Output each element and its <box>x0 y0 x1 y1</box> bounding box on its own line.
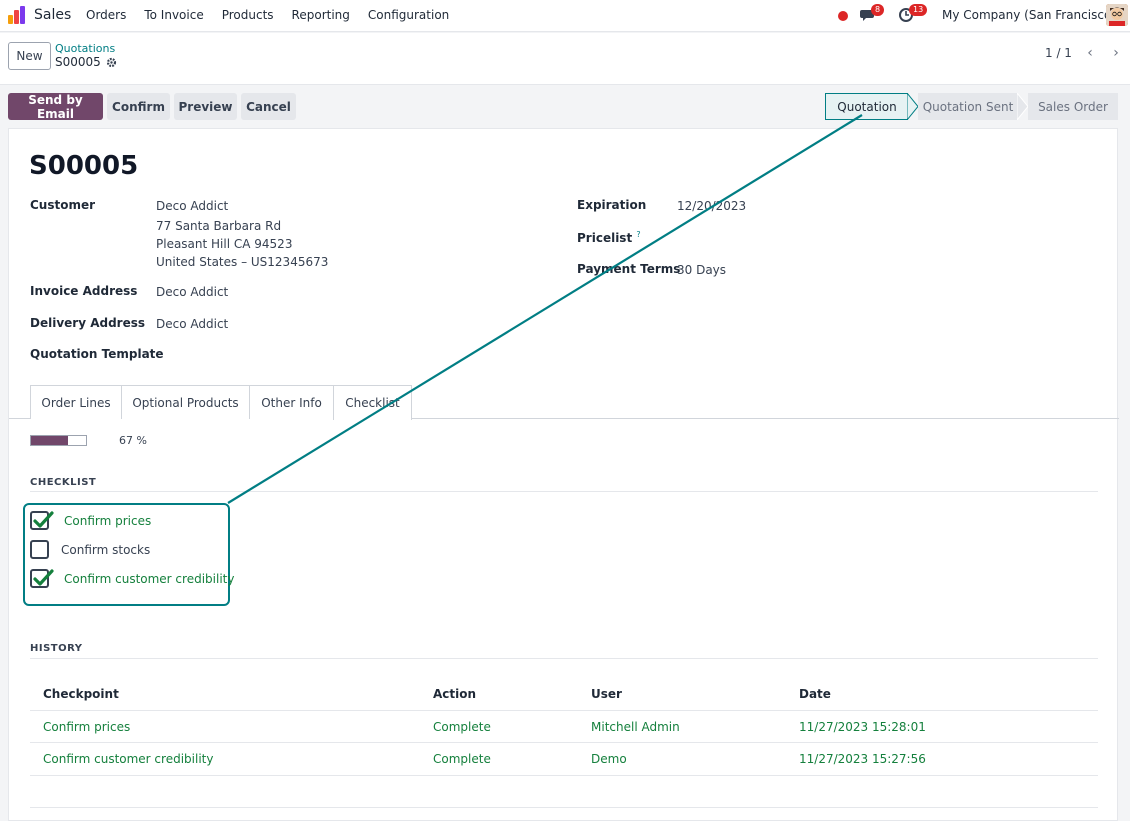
app-name[interactable]: Sales <box>34 7 71 23</box>
menu-reporting[interactable]: Reporting <box>292 8 350 22</box>
checklist-item[interactable]: Confirm customer credibility <box>30 569 234 588</box>
history-user[interactable]: Demo <box>591 752 627 766</box>
customer-address-line: United States – US12345673 <box>156 255 329 269</box>
company-switcher[interactable]: My Company (San Francisco) <box>942 8 1116 22</box>
help-tooltip-icon[interactable]: ? <box>636 230 640 239</box>
divider <box>30 807 1098 808</box>
history-action[interactable]: Complete <box>433 752 491 766</box>
preview-button[interactable]: Preview <box>174 93 237 120</box>
tab-other-info[interactable]: Other Info <box>249 385 334 419</box>
history-action[interactable]: Complete <box>433 720 491 734</box>
invoice-address-field[interactable]: Deco Addict <box>156 285 228 299</box>
history-checkpoint[interactable]: Confirm prices <box>43 720 130 734</box>
sales-app-icon[interactable] <box>8 6 28 24</box>
tab-optional-products[interactable]: Optional Products <box>121 385 250 419</box>
pricelist-label: Pricelist ? <box>577 230 641 245</box>
divider <box>30 710 1098 711</box>
pager-value[interactable]: 1 / 1 <box>1045 46 1072 60</box>
checkbox-unchecked[interactable] <box>30 540 49 559</box>
customer-label: Customer <box>30 198 96 212</box>
notebook-tabs: Order Lines Optional Products Other Info… <box>9 385 1119 420</box>
breadcrumb-current: S00005 <box>55 55 117 69</box>
progress-fill <box>31 436 68 445</box>
invoice-address-label: Invoice Address <box>30 284 138 298</box>
new-button[interactable]: New <box>8 42 51 70</box>
history-date[interactable]: 11/27/2023 15:28:01 <box>799 720 926 734</box>
stage-quotation[interactable]: Quotation <box>825 93 908 120</box>
checklist-section-title: CHECKLIST <box>30 477 97 488</box>
pager-next-button[interactable]: › <box>1106 43 1126 63</box>
menu-configuration[interactable]: Configuration <box>368 8 449 22</box>
gear-icon[interactable] <box>106 57 117 68</box>
checklist-progress-bar <box>30 435 87 446</box>
confirm-button[interactable]: Confirm <box>107 93 170 120</box>
checklist-item[interactable]: Confirm stocks <box>30 540 150 559</box>
user-avatar[interactable] <box>1106 4 1128 26</box>
stage-quotation-sent[interactable]: Quotation Sent <box>918 93 1018 120</box>
check-icon <box>33 569 54 586</box>
delivery-address-field[interactable]: Deco Addict <box>156 317 228 331</box>
checklist-item[interactable]: Confirm prices <box>30 511 151 530</box>
stage-sales-order[interactable]: Sales Order <box>1028 93 1118 120</box>
column-header-date[interactable]: Date <box>799 687 831 701</box>
payment-terms-label: Payment Terms <box>577 262 681 276</box>
customer-field[interactable]: Deco Addict <box>156 199 228 213</box>
top-navbar: Sales Orders To Invoice Products Reporti… <box>0 0 1130 32</box>
divider <box>30 491 1098 492</box>
history-checkpoint[interactable]: Confirm customer credibility <box>43 752 213 766</box>
history-user[interactable]: Mitchell Admin <box>591 720 680 734</box>
menu-to-invoice[interactable]: To Invoice <box>144 8 203 22</box>
menu-products[interactable]: Products <box>222 8 274 22</box>
column-header-action[interactable]: Action <box>433 687 476 701</box>
expiration-label: Expiration <box>577 198 647 212</box>
checklist-item-label: Confirm customer credibility <box>64 571 235 586</box>
messages-badge: 8 <box>871 4 885 16</box>
menu-orders[interactable]: Orders <box>86 8 126 22</box>
delivery-address-label: Delivery Address <box>30 316 146 330</box>
activities-button[interactable]: 13 <box>898 4 928 27</box>
customer-address-line: Pleasant Hill CA 94523 <box>156 237 293 251</box>
expiration-field[interactable]: 12/20/2023 <box>677 199 746 213</box>
control-panel: New Quotations S00005 1 / 1 ‹ › <box>0 33 1130 85</box>
divider <box>30 775 1098 776</box>
column-header-checkpoint[interactable]: Checkpoint <box>43 687 119 701</box>
history-date[interactable]: 11/27/2023 15:27:56 <box>799 752 926 766</box>
checkbox-checked[interactable] <box>30 511 54 530</box>
checklist-item-label: Confirm prices <box>64 513 152 528</box>
chevron-right-icon: › <box>1113 45 1119 61</box>
pricelist-label-text: Pricelist <box>577 231 633 245</box>
customer-address-line: 77 Santa Barbara Rd <box>156 219 282 233</box>
main-menu: Orders To Invoice Products Reporting Con… <box>86 8 449 22</box>
chevron-left-icon: ‹ <box>1087 45 1093 61</box>
payment-terms-field[interactable]: 30 Days <box>677 263 726 277</box>
form-sheet: S00005 Customer Deco Addict 77 Santa Bar… <box>8 128 1119 821</box>
record-name: S00005 <box>55 55 101 69</box>
divider <box>30 658 1098 659</box>
pager-previous-button[interactable]: ‹ <box>1080 43 1100 63</box>
checkbox-checked[interactable] <box>30 569 54 588</box>
checklist-item-label: Confirm stocks <box>61 542 151 557</box>
progress-percent: 67 % <box>119 434 147 447</box>
recording-indicator-icon[interactable] <box>838 11 848 21</box>
breadcrumb-quotations[interactable]: Quotations <box>55 42 115 55</box>
divider <box>30 742 1098 743</box>
messages-button[interactable]: 8 <box>860 4 885 27</box>
tab-order-lines[interactable]: Order Lines <box>30 385 122 419</box>
column-header-user[interactable]: User <box>591 687 622 701</box>
order-title: S00005 <box>29 151 139 181</box>
tab-checklist[interactable]: Checklist <box>333 385 412 420</box>
quotation-template-label: Quotation Template <box>30 347 164 361</box>
check-icon <box>33 511 54 528</box>
send-by-email-button[interactable]: Send by Email <box>8 93 103 121</box>
history-section-title: HISTORY <box>30 643 83 654</box>
activities-badge: 13 <box>909 4 928 16</box>
cancel-button[interactable]: Cancel <box>241 93 296 120</box>
